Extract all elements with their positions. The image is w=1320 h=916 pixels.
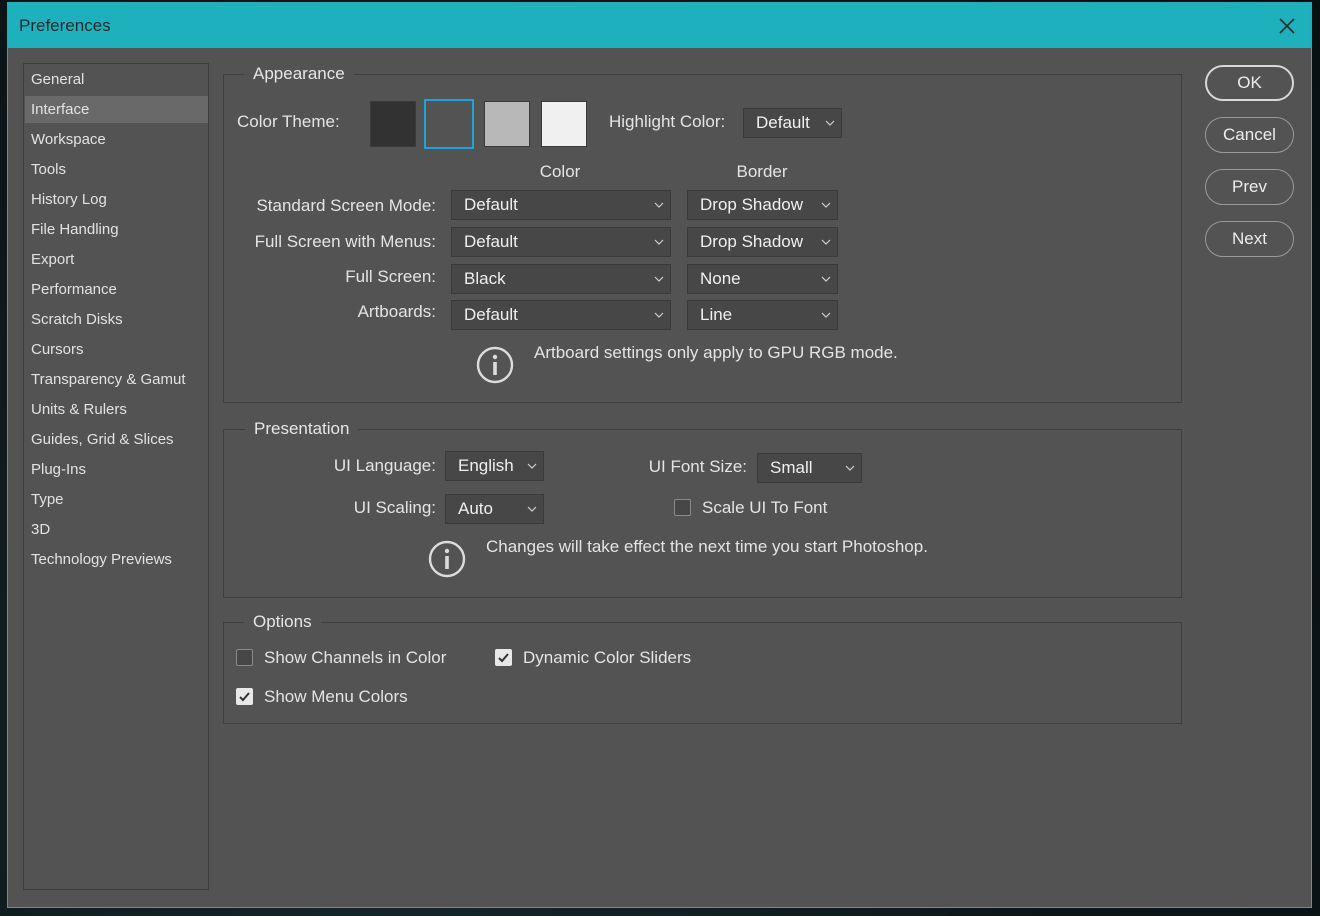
sidebar: General Interface Workspace Tools Histor… (23, 63, 209, 890)
sidebar-item-cursors[interactable]: Cursors (25, 336, 208, 363)
standard-screen-color-dropdown[interactable]: Default (451, 190, 671, 220)
ok-button[interactable]: OK (1205, 65, 1294, 101)
checkmark-icon (498, 653, 509, 663)
sidebar-item-interface[interactable]: Interface (25, 96, 208, 123)
artboards-label: Artboards: (357, 302, 436, 321)
ui-scaling-dropdown[interactable]: Auto (445, 494, 544, 524)
full-screen-color-dropdown[interactable]: Black (451, 264, 671, 294)
dropdown-value: Drop Shadow (700, 232, 804, 251)
dynamic-color-sliders-label[interactable]: Dynamic Color Sliders (523, 648, 691, 668)
info-icon (428, 540, 466, 578)
full-screen-border-dropdown[interactable]: None (687, 264, 838, 294)
dynamic-color-sliders-checkbox[interactable] (495, 649, 512, 666)
chevron-down-icon (821, 276, 831, 282)
dropdown-value: None (700, 269, 741, 288)
ui-language-label: UI Language: (333, 456, 436, 475)
chevron-down-icon (654, 202, 664, 208)
appearance-legend: Appearance (244, 64, 354, 84)
chevron-down-icon (821, 202, 831, 208)
sidebar-item-performance[interactable]: Performance (25, 276, 208, 303)
ui-font-size-dropdown[interactable]: Small (757, 453, 862, 483)
theme-swatch-light[interactable] (484, 101, 530, 147)
chevron-down-icon (821, 312, 831, 318)
preferences-dialog: Preferences General Interface Workspace … (7, 2, 1312, 908)
window-title: Preferences (19, 16, 111, 35)
sidebar-item-tools[interactable]: Tools (25, 156, 208, 183)
dropdown-value: Default (464, 232, 518, 251)
artboards-border-dropdown[interactable]: Line (687, 300, 838, 330)
dropdown-value: Line (700, 305, 733, 324)
sidebar-item-plug-ins[interactable]: Plug-Ins (25, 456, 208, 483)
artboard-info-text: Artboard settings only apply to GPU RGB … (534, 343, 898, 362)
close-button[interactable] (1271, 10, 1303, 42)
ui-font-size-value: Small (770, 458, 813, 477)
dropdown-value: Drop Shadow (700, 195, 804, 214)
show-menu-colors-label[interactable]: Show Menu Colors (264, 687, 408, 707)
sidebar-item-file-handling[interactable]: File Handling (25, 216, 208, 243)
color-column-header: Color (539, 162, 581, 181)
checkmark-icon (239, 692, 250, 702)
sidebar-item-type[interactable]: Type (25, 486, 208, 513)
color-theme-label: Color Theme: (237, 112, 340, 131)
theme-swatch-darkest[interactable] (370, 101, 416, 147)
chevron-down-icon (825, 120, 835, 126)
show-channels-checkbox[interactable] (236, 649, 253, 666)
chevron-down-icon (654, 239, 664, 245)
options-legend: Options (244, 612, 321, 632)
options-group (223, 622, 1182, 724)
highlight-color-label: Highlight Color: (609, 112, 726, 131)
cancel-button[interactable]: Cancel (1205, 117, 1294, 153)
artboards-color-dropdown[interactable]: Default (451, 300, 671, 330)
sidebar-item-scratch-disks[interactable]: Scratch Disks (25, 306, 208, 333)
theme-swatch-lightest[interactable] (541, 101, 587, 147)
sidebar-item-workspace[interactable]: Workspace (25, 126, 208, 153)
sidebar-item-units-rulers[interactable]: Units & Rulers (25, 396, 208, 423)
next-button[interactable]: Next (1205, 221, 1294, 257)
presentation-legend: Presentation (245, 419, 359, 439)
ui-language-dropdown[interactable]: English (445, 451, 544, 481)
ui-scaling-label: UI Scaling: (353, 498, 436, 517)
theme-swatch-dark[interactable] (424, 99, 474, 149)
restart-info-text: Changes will take effect the next time y… (486, 537, 928, 556)
sidebar-item-technology-previews[interactable]: Technology Previews (25, 546, 208, 573)
standard-screen-mode-label: Standard Screen Mode: (256, 196, 436, 215)
standard-screen-border-dropdown[interactable]: Drop Shadow (687, 190, 838, 220)
scale-ui-to-font-label[interactable]: Scale UI To Font (702, 498, 827, 518)
info-icon (476, 346, 514, 384)
ui-language-value: English (458, 456, 514, 475)
dropdown-value: Default (464, 305, 518, 324)
full-screen-menus-border-dropdown[interactable]: Drop Shadow (687, 227, 838, 257)
sidebar-item-guides-grid-slices[interactable]: Guides, Grid & Slices (25, 426, 208, 453)
full-screen-menus-color-dropdown[interactable]: Default (451, 227, 671, 257)
chevron-down-icon (654, 276, 664, 282)
border-column-header: Border (736, 162, 788, 181)
chevron-down-icon (527, 506, 537, 512)
sidebar-item-export[interactable]: Export (25, 246, 208, 273)
chevron-down-icon (654, 312, 664, 318)
highlight-color-dropdown[interactable]: Default (743, 108, 842, 138)
prev-button[interactable]: Prev (1205, 169, 1294, 205)
ui-font-size-label: UI Font Size: (648, 457, 747, 476)
title-bar[interactable]: Preferences (8, 3, 1311, 48)
sidebar-item-3d[interactable]: 3D (25, 516, 208, 543)
sidebar-item-history-log[interactable]: History Log (25, 186, 208, 213)
chevron-down-icon (821, 239, 831, 245)
sidebar-item-general[interactable]: General (25, 66, 208, 93)
show-channels-label[interactable]: Show Channels in Color (264, 648, 446, 668)
close-icon (1279, 18, 1295, 34)
highlight-color-value: Default (756, 113, 810, 132)
full-screen-label: Full Screen: (345, 267, 436, 286)
scale-ui-to-font-checkbox[interactable] (674, 499, 691, 516)
show-menu-colors-checkbox[interactable] (236, 688, 253, 705)
dropdown-value: Default (464, 195, 518, 214)
sidebar-item-transparency-gamut[interactable]: Transparency & Gamut (25, 366, 208, 393)
chevron-down-icon (845, 465, 855, 471)
full-screen-menus-label: Full Screen with Menus: (254, 232, 436, 251)
dropdown-value: Black (464, 269, 506, 288)
chevron-down-icon (527, 463, 537, 469)
ui-scaling-value: Auto (458, 499, 493, 518)
